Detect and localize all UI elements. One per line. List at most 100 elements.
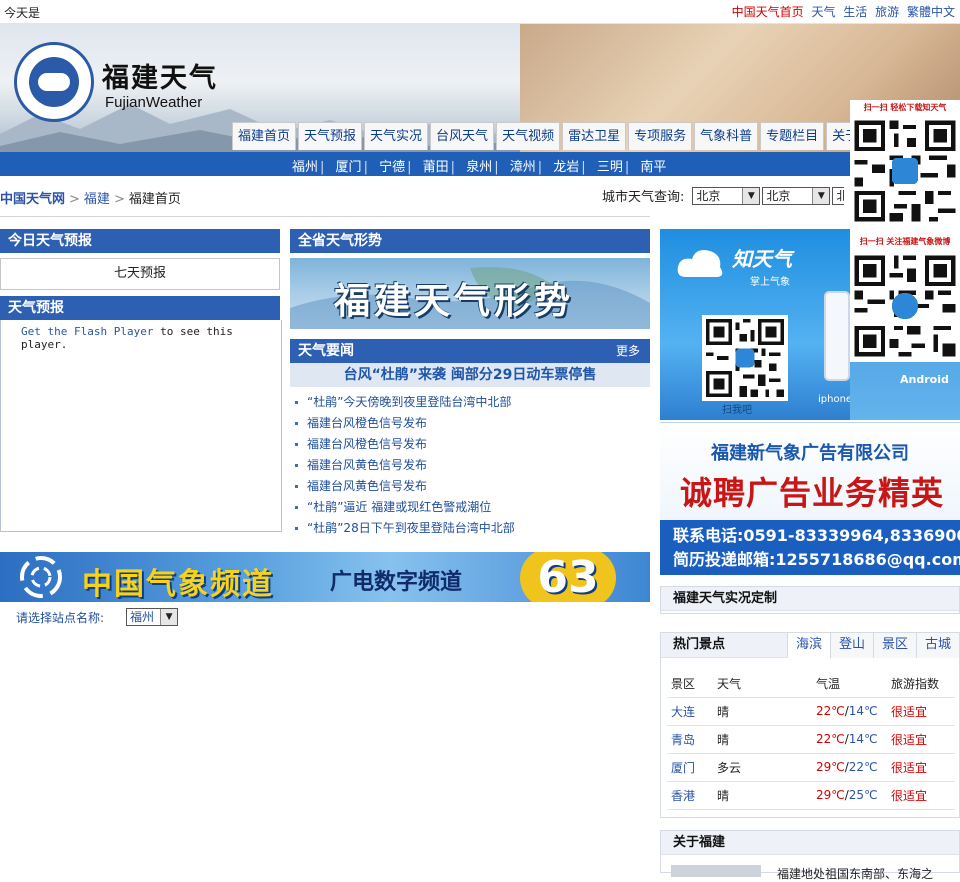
city-select[interactable]: 北京 ▼ [762,186,831,205]
spot-weather: 晴 [713,697,812,726]
city-link-nanping[interactable]: 南平 [640,160,666,175]
city-link-ningde[interactable]: 宁德 [379,160,405,175]
breadcrumb-china-weather[interactable]: 中国天气网 [0,192,65,207]
city-query-label: 城市天气查询: [602,190,685,205]
news-item[interactable]: 福建台风黄色信号发布 [290,476,650,497]
station-label: 请选择站点名称: [16,610,105,625]
news-item[interactable]: 福建台风橙色信号发布 [290,413,650,434]
weather-channel-banner[interactable]: 中国气象频道 广电数字频道 63 [0,552,650,602]
ad-company-name: 福建新气象广告有限公司 [711,443,909,464]
city-link-fuzhou[interactable]: 福州 [292,160,318,175]
nav-science[interactable]: 气象科普 [694,122,759,150]
top-bar: 今天是 中国天气首页 天气 生活 旅游 繁體中文 [0,0,960,24]
ad-headline: 诚聘广告业务精英 [680,474,945,512]
col-travel-index: 旅游指数 [887,671,955,698]
spot-name[interactable]: 香港 [667,781,713,810]
table-row: 香港 晴 29℃/25℃ 很适宜 [667,781,955,810]
station-picker: 请选择站点名称: 福州 ▼ [16,608,179,626]
spot-weather: 晴 [713,725,812,754]
tab-seaside[interactable]: 海滨 [787,633,830,658]
spot-travel-index: 很适宜 [887,725,955,754]
city-weather-query: 城市天气查询: 北京▼ 北京▼ 北京 [602,186,845,205]
top-link-weather[interactable]: 天气 [811,5,835,19]
tab-mountain[interactable]: 登山 [830,633,873,658]
observation-subscription-title[interactable]: 福建天气实况定制 [661,587,959,611]
spot-temperature: 22℃/14℃ [812,697,887,726]
province-situation-banner[interactable]: 福建天气形势 [290,258,650,329]
android-label: Android [900,373,949,386]
nav-typhoon[interactable]: 台风天气 [430,122,495,150]
district-select[interactable]: 北京 [832,186,845,205]
nav-fujian-home[interactable]: 福建首页 [232,122,297,150]
hot-spots-table: 景区 天气 气温 旅游指数 大连 晴 22℃/14℃ 很适宜 青岛 晴 22℃/… [667,671,955,810]
about-fujian-thumbnail[interactable] [671,865,761,877]
cloud-logo-icon [677,250,723,277]
city-link-putian[interactable]: 莆田 [423,160,449,175]
news-item[interactable]: 福建台风黄色信号发布 [290,455,650,476]
breadcrumb: 中国天气网 > 福建 > 福建首页 [0,188,181,207]
channel-number: 63 [520,552,616,602]
today-label: 今天是 [4,6,41,20]
news-list: “杜鹃”今天傍晚到夜里登陆台湾中北部 福建台风橙色信号发布 福建台风橙色信号发布… [290,392,650,539]
col-temperature: 气温 [812,671,887,698]
hot-scenic-spots: 热门景点 海滨 登山 景区 古城 景区 天气 气温 旅游指数 大连 晴 22℃/… [660,632,960,818]
meteorological-bureau-logo[interactable] [14,42,94,122]
spot-name[interactable]: 大连 [667,697,713,726]
zhitianqi-app-ad[interactable]: 知天气 掌上气象 扫我吧 iphone [660,229,850,420]
seven-day-forecast-link[interactable]: 七天预报 [0,258,280,290]
spot-temperature: 29℃/22℃ [812,753,887,782]
city-link-quanzhou[interactable]: 泉州 [466,160,492,175]
province-select[interactable]: 北京 ▼ [692,186,761,205]
qr-caption-download: 扫一扫 轻松下载知天气 [850,100,960,116]
top-link-china-weather-home[interactable]: 中国天气首页 [732,5,804,19]
spot-weather: 多云 [713,753,812,782]
hot-spots-tabs: 海滨 登山 景区 古城 [787,633,959,658]
city-link-sanming[interactable]: 三明 [597,160,623,175]
nav-topics[interactable]: 专题栏目 [760,122,825,150]
floating-qr-panel: 扫一扫 轻松下载知天气 扫一扫 关注福建气象微博 [850,100,960,362]
news-headline[interactable]: 台风“杜鹃”来袭 闽部分29日动车票停售 [290,363,650,387]
city-link-xiamen[interactable]: 厦门 [336,160,362,175]
download-app-qr[interactable] [850,116,960,226]
breadcrumb-arrow-icon: > [113,192,125,207]
recruitment-ad[interactable]: 福建新气象广告有限公司 诚聘广告业务精英 联系电话:0591-83339964,… [660,422,960,575]
news-item[interactable]: “杜鹃”28日下午到夜里登陆台湾中北部 [290,518,650,539]
weibo-qr[interactable] [850,250,960,362]
top-link-travel[interactable]: 旅游 [875,5,899,19]
table-row: 厦门 多云 29℃/22℃ 很适宜 [667,753,955,782]
spot-name[interactable]: 厦门 [667,753,713,782]
weather-channel-sub: 广电数字频道 [330,570,463,595]
news-more-link[interactable]: 更多 [616,339,640,363]
top-link-traditional-chinese[interactable]: 繁體中文 [907,5,955,19]
news-item[interactable]: “杜鹃”今天傍晚到夜里登陆台湾中北部 [290,392,650,413]
nav-forecast[interactable]: 天气预报 [298,122,363,150]
get-flash-player-link[interactable]: Get the Flash Player [21,325,153,338]
nav-observation[interactable]: 天气实况 [364,122,429,150]
site-name-english: FujianWeather [105,94,203,111]
about-fujian-text: 福建地处祖国东南部、东海之 [777,867,934,881]
qr-code-icon [706,319,784,397]
flash-player-notice: Get the Flash Player to see this player. [21,325,233,351]
qr-code-icon [850,116,960,226]
ad-phone: 联系电话:0591-83339964,83369005 [673,526,960,545]
top-link-life[interactable]: 生活 [843,5,867,19]
breadcrumb-fujian[interactable]: 福建 [84,192,110,207]
station-select[interactable]: 福州 ▼ [126,608,179,626]
app-ad-subtitle: 掌上气象 [750,277,790,288]
nav-radar-satellite[interactable]: 雷达卫星 [562,122,627,150]
city-link-zhangzhou[interactable]: 漳州 [510,160,536,175]
spot-name[interactable]: 青岛 [667,725,713,754]
news-item[interactable]: “杜鹃”逼近 福建或现红色警戒潮位 [290,497,650,518]
tab-scenic-area[interactable]: 景区 [873,633,916,658]
spot-travel-index: 很适宜 [887,781,955,810]
nav-special-service[interactable]: 专项服务 [628,122,693,150]
news-item[interactable]: 福建台风橙色信号发布 [290,434,650,455]
nav-video[interactable]: 天气视频 [496,122,561,150]
forecast-header: 天气预报 [0,296,280,320]
tab-ancient-city[interactable]: 古城 [916,633,959,658]
city-links: 福州 | 厦门 | 宁德 | 莆田 | 泉州 | 漳州 | 龙岩 | 三明 | 南平 [292,160,667,175]
weather-channel-name: 中国气象频道 [82,567,274,602]
province-situation-header: 全省天气形势 [290,229,650,253]
city-link-longyan[interactable]: 龙岩 [553,160,579,175]
app-ad-title: 知天气 [732,247,792,271]
